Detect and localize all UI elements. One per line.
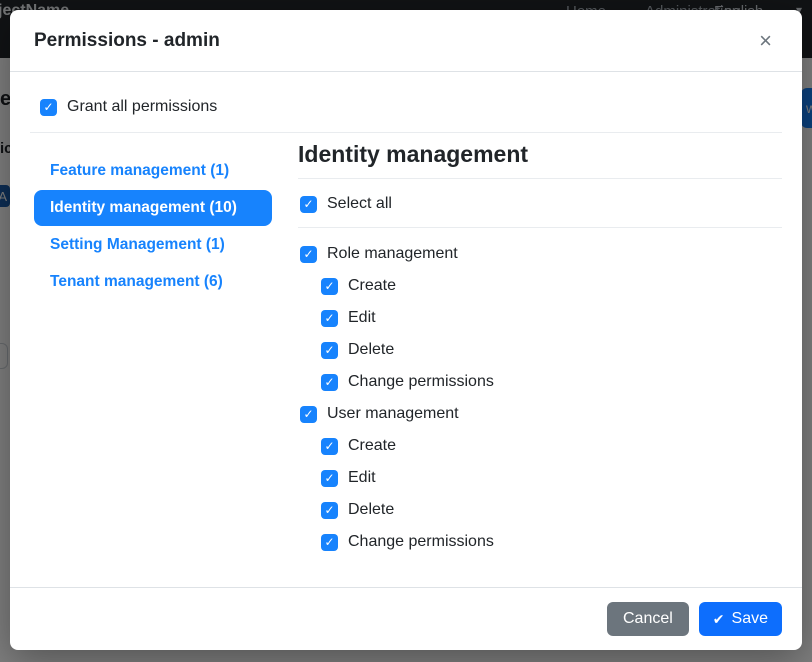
permission-label: Create	[348, 437, 396, 455]
permission-label: Delete	[348, 341, 394, 359]
check-icon: ✓	[303, 248, 313, 260]
check-icon: ✓	[303, 408, 313, 420]
modal-footer: Cancel ✔ Save	[10, 587, 802, 650]
tab-feature-management[interactable]: Feature management (1)	[34, 153, 272, 189]
select-all-label: Select all	[327, 195, 392, 213]
checkbox-checked[interactable]: ✓	[300, 406, 317, 423]
divider	[298, 178, 782, 179]
check-icon: ✔	[713, 611, 725, 628]
permission-label: Edit	[348, 309, 376, 327]
tab-setting-management[interactable]: Setting Management (1)	[34, 227, 272, 263]
check-icon: ✓	[324, 504, 334, 516]
select-all-checkbox[interactable]: ✓	[300, 196, 317, 213]
save-button-label: Save	[732, 610, 768, 628]
check-icon: ✓	[324, 536, 334, 548]
permission-label: Delete	[348, 501, 394, 519]
permission-label: User management	[327, 405, 459, 423]
check-icon: ✓	[324, 376, 334, 388]
save-button[interactable]: ✔ Save	[699, 602, 782, 636]
permission-list: ✓ Role management ✓ Create ✓ Edit ✓ Delete ✓ Chan…	[298, 238, 782, 558]
modal-title: Permissions - admin	[34, 30, 220, 52]
divider	[30, 132, 782, 133]
check-icon: ✓	[43, 101, 53, 113]
modal-header: Permissions - admin ×	[10, 10, 802, 72]
permission-label: Role management	[327, 245, 458, 263]
checkbox-checked[interactable]: ✓	[321, 470, 338, 487]
cancel-button[interactable]: Cancel	[607, 602, 689, 636]
permission-row: ✓ Edit	[321, 462, 782, 494]
check-icon: ✓	[303, 198, 313, 210]
check-icon: ✓	[324, 344, 334, 356]
permission-label: Edit	[348, 469, 376, 487]
modal-columns: Feature management (1)Identity managemen…	[30, 139, 782, 558]
check-icon: ✓	[324, 440, 334, 452]
checkbox-checked[interactable]: ✓	[321, 310, 338, 327]
checkbox-checked[interactable]: ✓	[321, 278, 338, 295]
permissions-modal: Permissions - admin × ✓ Grant all permis…	[10, 10, 802, 650]
checkbox-checked[interactable]: ✓	[321, 534, 338, 551]
panel-heading: Identity management	[298, 141, 782, 168]
permission-row: ✓ Edit	[321, 302, 782, 334]
close-icon[interactable]: ×	[753, 28, 778, 54]
permission-row: ✓ Create	[321, 430, 782, 462]
permission-row: ✓ User management	[300, 398, 782, 430]
grant-all-checkbox[interactable]: ✓	[40, 99, 57, 116]
modal-body: ✓ Grant all permissions Feature manageme…	[10, 72, 802, 587]
permission-panel: Identity management ✓ Select all ✓ Role m…	[298, 141, 782, 558]
permission-row: ✓ Delete	[321, 494, 782, 526]
checkbox-checked[interactable]: ✓	[321, 438, 338, 455]
grant-all-label: Grant all permissions	[67, 98, 217, 116]
divider	[298, 227, 782, 228]
permission-label: Change permissions	[348, 533, 494, 551]
permission-row: ✓ Create	[321, 270, 782, 302]
permission-row: ✓ Change permissions	[321, 526, 782, 558]
permission-row: ✓ Change permissions	[321, 366, 782, 398]
check-icon: ✓	[324, 312, 334, 324]
select-all-row: ✓ Select all	[300, 195, 782, 213]
permission-group-tabs: Feature management (1)Identity managemen…	[34, 153, 272, 301]
check-icon: ✓	[324, 280, 334, 292]
grant-all-row: ✓ Grant all permissions	[40, 98, 782, 116]
tab-identity-management[interactable]: Identity management (10)	[34, 190, 272, 226]
checkbox-checked[interactable]: ✓	[321, 342, 338, 359]
checkbox-checked[interactable]: ✓	[321, 502, 338, 519]
checkbox-checked[interactable]: ✓	[300, 246, 317, 263]
permission-label: Create	[348, 277, 396, 295]
checkbox-checked[interactable]: ✓	[321, 374, 338, 391]
permission-row: ✓ Delete	[321, 334, 782, 366]
permission-label: Change permissions	[348, 373, 494, 391]
permission-row: ✓ Role management	[300, 238, 782, 270]
tab-tenant-management[interactable]: Tenant management (6)	[34, 264, 272, 300]
check-icon: ✓	[324, 472, 334, 484]
